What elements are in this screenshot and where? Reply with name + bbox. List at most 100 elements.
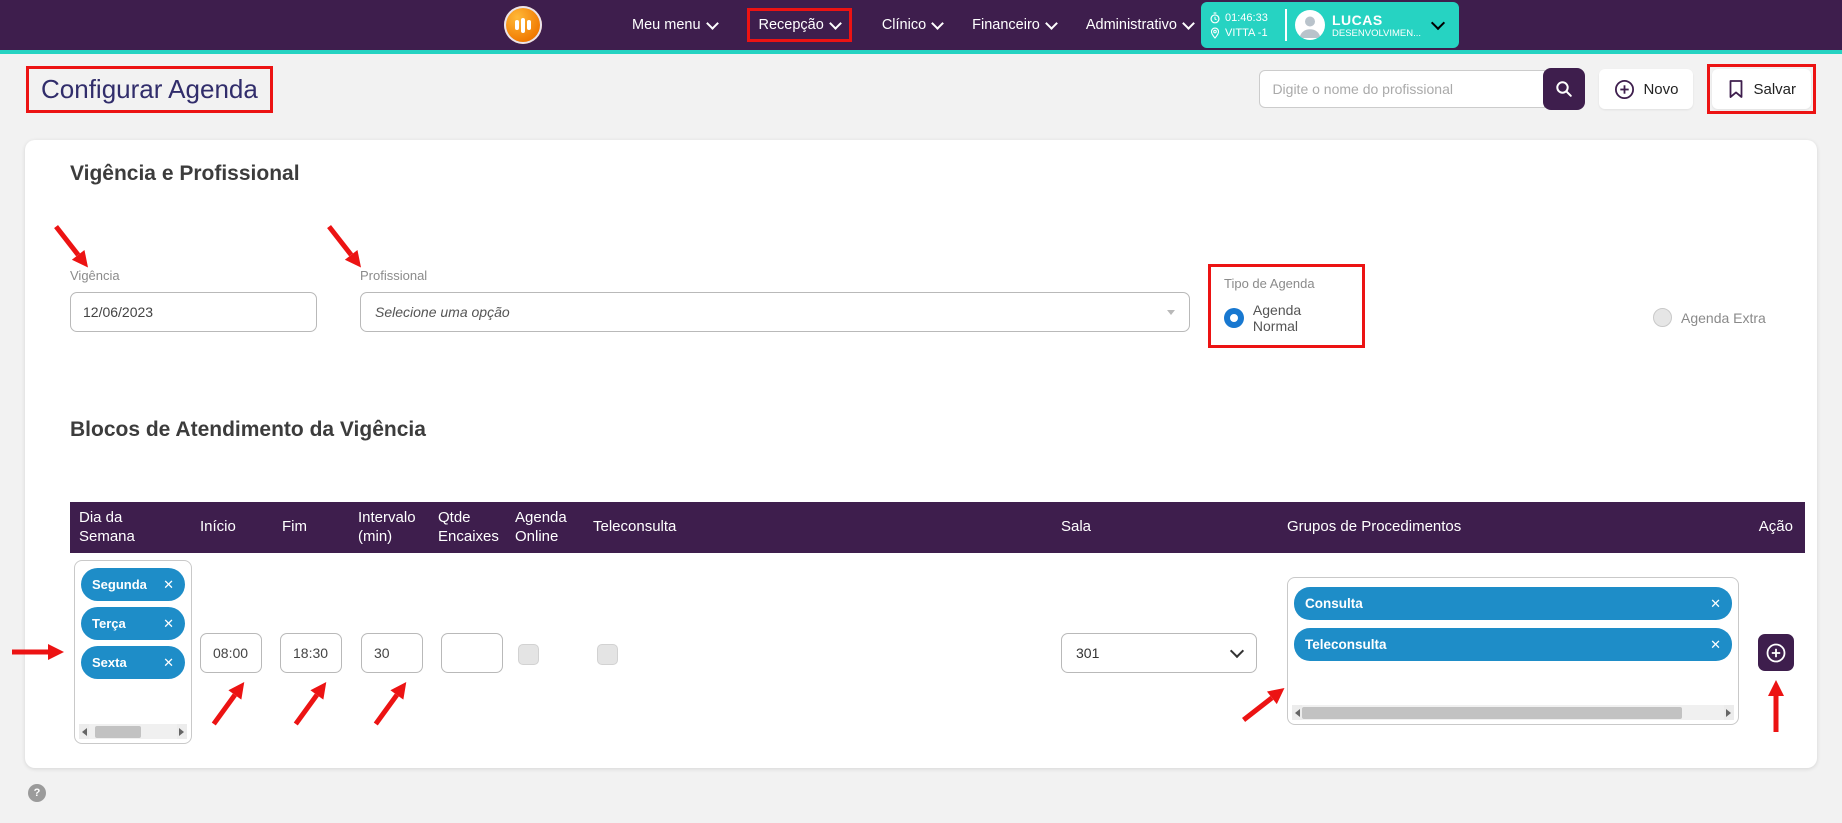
grupos-scrollbar[interactable] <box>1292 705 1734 720</box>
config-card: Vigência e Profissional Vigência Profiss… <box>25 140 1817 768</box>
sala-value: 301 <box>1076 645 1100 661</box>
column-header-inicio: Início <box>200 518 236 536</box>
triangle-right-icon <box>179 727 188 736</box>
chip-dia-terca: Terça ✕ <box>81 607 185 640</box>
agenda-normal-label: Agenda Normal <box>1252 302 1302 334</box>
dias-scrollbar[interactable] <box>79 724 187 739</box>
session-location: VITTA -1 <box>1225 26 1268 39</box>
radio-row-agenda-extra: Agenda Extra <box>1653 308 1766 327</box>
scrollbar-thumb[interactable] <box>1302 706 1682 719</box>
chevron-down-icon <box>1182 16 1195 30</box>
sala-select[interactable]: 301 <box>1061 633 1257 673</box>
column-header-intervalo: Intervalo (min) <box>358 508 416 545</box>
fim-input[interactable] <box>280 633 342 673</box>
salvar-label: Salvar <box>1753 80 1796 98</box>
page: Meu menu Recepção Clínico Financeiro Adm… <box>0 0 1842 823</box>
section-title-vigencia: Vigência e Profissional <box>70 162 300 185</box>
nav-label: Recepção <box>758 17 824 33</box>
help-button[interactable]: ? <box>28 784 46 802</box>
user-name: LUCAS <box>1332 11 1383 28</box>
radio-agenda-normal[interactable] <box>1224 308 1244 328</box>
triangle-left-icon <box>1291 708 1300 717</box>
nav-item-financeiro[interactable]: Financeiro <box>972 16 1058 33</box>
search-group <box>1259 68 1586 110</box>
page-header: Configurar Agenda Novo Salvar <box>0 54 1842 124</box>
column-header-fim: Fim <box>282 518 307 536</box>
chip-label: Segunda <box>92 577 147 592</box>
chevron-down-icon <box>1229 643 1245 659</box>
scroll-right-button[interactable] <box>177 724 187 739</box>
column-header-agenda-online: Agenda Online <box>515 508 567 545</box>
scroll-left-button[interactable] <box>1292 705 1302 720</box>
column-header-grupos: Grupos de Procedimentos <box>1287 518 1462 536</box>
session-info: 01:46:33 VITTA -1 <box>1209 12 1281 39</box>
annotation-arrow-dias <box>12 644 64 660</box>
dias-multiselect[interactable]: Segunda ✕ Terça ✕ Sexta ✕ <box>74 560 192 744</box>
nav-item-recepcao[interactable]: Recepção <box>746 8 852 42</box>
qtde-encaixes-input[interactable] <box>441 633 503 673</box>
search-input[interactable] <box>1259 70 1546 108</box>
teleconsulta-checkbox[interactable] <box>597 644 618 665</box>
stopwatch-icon <box>1210 11 1220 23</box>
search-button[interactable] <box>1543 68 1586 110</box>
salvar-button[interactable]: Salvar <box>1712 69 1811 109</box>
close-icon[interactable]: ✕ <box>163 655 174 671</box>
nav-item-meu-menu[interactable]: Meu menu <box>632 16 719 33</box>
avatar <box>1295 10 1325 40</box>
profissional-label: Profissional <box>360 268 428 283</box>
intervalo-input[interactable] <box>361 633 423 673</box>
nav-label: Administrativo <box>1085 17 1177 33</box>
chevron-down-icon <box>1044 16 1058 30</box>
scrollbar-thumb[interactable] <box>95 725 141 738</box>
search-icon <box>1556 81 1573 97</box>
caret-down-icon <box>1167 309 1175 319</box>
annotation-box-title: Configurar Agenda <box>26 65 273 113</box>
chip-label: Consulta <box>1305 596 1363 611</box>
profissional-placeholder: Selecione uma opção <box>375 304 510 320</box>
user-org: DESENVOLVIMEN... <box>1332 27 1422 39</box>
novo-label: Novo <box>1643 80 1679 98</box>
chip-label: Sexta <box>92 655 127 670</box>
nav-label: Clínico <box>881 17 927 33</box>
chevron-down-icon <box>931 16 945 30</box>
scroll-left-button[interactable] <box>79 724 89 739</box>
chevron-down-icon <box>1430 15 1446 31</box>
close-icon[interactable]: ✕ <box>1710 637 1721 653</box>
nav-item-clinico[interactable]: Clínico <box>881 16 945 33</box>
close-icon[interactable]: ✕ <box>1710 596 1721 612</box>
section-title-blocos: Blocos de Atendimento da Vigência <box>70 418 426 441</box>
annotation-arrow-add <box>1768 680 1784 732</box>
triangle-right-icon <box>1726 708 1735 717</box>
column-header-qtde: Qtde Encaixes <box>438 508 499 545</box>
column-header-sala: Sala <box>1061 518 1092 536</box>
inicio-input[interactable] <box>200 633 262 673</box>
nav-item-administrativo[interactable]: Administrativo <box>1085 16 1195 33</box>
novo-button[interactable]: Novo <box>1599 69 1694 109</box>
profissional-select[interactable]: Selecione uma opção <box>360 292 1190 332</box>
topbar: Meu menu Recepção Clínico Financeiro Adm… <box>0 0 1842 50</box>
nav-label: Meu menu <box>632 17 701 33</box>
user-badge[interactable]: 01:46:33 VITTA -1 LUCAS DESENVOLVIMEN... <box>1201 2 1459 48</box>
chip-dia-segunda: Segunda ✕ <box>81 568 185 601</box>
radio-agenda-extra[interactable] <box>1653 308 1672 327</box>
plus-circle-icon <box>1766 643 1786 662</box>
location-pin-icon <box>1210 26 1220 39</box>
bookmark-icon <box>1730 80 1743 98</box>
annotation-box-tipo-agenda: Tipo de Agenda Agenda Normal <box>1208 264 1365 348</box>
session-time: 01:46:33 <box>1225 11 1268 24</box>
main-nav: Meu menu Recepção Clínico Financeiro Adm… <box>632 0 1195 50</box>
nav-label: Financeiro <box>972 17 1040 33</box>
vigencia-label: Vigência <box>70 268 120 283</box>
column-header-acao: Ação <box>1758 518 1793 536</box>
scroll-right-button[interactable] <box>1724 705 1734 720</box>
chip-dia-sexta: Sexta ✕ <box>81 646 185 679</box>
add-block-button[interactable] <box>1758 634 1794 671</box>
grupos-multiselect[interactable]: Consulta ✕ Teleconsulta ✕ <box>1287 577 1739 725</box>
user-name-block: LUCAS DESENVOLVIMEN... <box>1332 12 1421 39</box>
chip-label: Terça <box>92 616 126 631</box>
app-logo[interactable] <box>504 6 542 44</box>
agenda-online-checkbox[interactable] <box>518 644 539 665</box>
close-icon[interactable]: ✕ <box>163 577 174 593</box>
vigencia-input[interactable] <box>70 292 317 332</box>
close-icon[interactable]: ✕ <box>163 616 174 632</box>
